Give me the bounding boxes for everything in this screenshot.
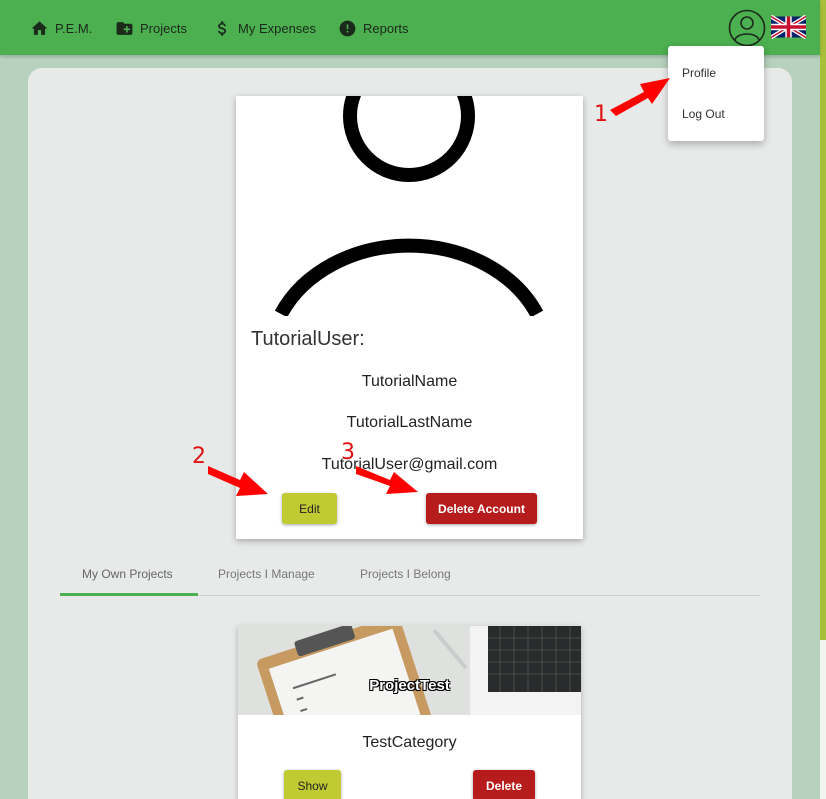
delete-account-button[interactable]: Delete Account <box>426 493 537 524</box>
dollar-icon <box>218 20 227 36</box>
tab-projects-i-manage[interactable]: Projects I Manage <box>218 567 315 581</box>
tab-my-own-projects[interactable]: My Own Projects <box>82 567 173 581</box>
project-thumbnail-image <box>238 626 581 715</box>
nav-home[interactable]: P.E.M. <box>30 17 92 39</box>
project-category: TestCategory <box>362 734 457 751</box>
account-dropdown: Profile Log Out <box>668 46 764 141</box>
active-tab-indicator <box>60 593 198 596</box>
profile-first-name: TutorialName <box>361 373 458 390</box>
alert-circle-icon <box>339 20 356 36</box>
project-title: ProjectTest <box>369 677 450 694</box>
uk-flag-icon[interactable] <box>771 15 806 39</box>
home-icon <box>31 20 48 35</box>
dropdown-item-profile[interactable]: Profile <box>682 66 716 80</box>
edit-profile-button[interactable]: Edit <box>282 493 337 524</box>
annotation-arrow-1 <box>610 78 670 116</box>
nav-my-expenses-label: My Expenses <box>238 20 317 36</box>
project-card: ProjectTest TestCategory Show Delete <box>238 626 581 799</box>
nav-home-label: P.E.M. <box>55 20 93 36</box>
right-accent-strip <box>820 0 826 640</box>
user-silhouette-icon <box>274 96 544 316</box>
tab-projects-i-belong[interactable]: Projects I Belong <box>360 567 451 581</box>
nav-reports[interactable]: Reports <box>338 17 409 39</box>
profile-username: TutorialUser: <box>251 328 365 350</box>
nav-reports-label: Reports <box>363 20 409 36</box>
right-strip-bottom <box>820 640 826 799</box>
show-project-button[interactable]: Show <box>284 770 341 799</box>
nav-my-expenses[interactable]: My Expenses <box>213 17 316 39</box>
account-icon[interactable] <box>728 9 766 47</box>
nav-projects-label: Projects <box>140 20 187 36</box>
delete-project-button[interactable]: Delete <box>473 770 535 799</box>
profile-last-name: TutorialLastName <box>346 414 473 431</box>
annotation-arrow-3 <box>356 466 418 494</box>
folder-plus-icon <box>116 21 133 35</box>
annotation-arrow-2 <box>208 466 268 496</box>
dropdown-item-logout[interactable]: Log Out <box>682 107 725 121</box>
nav-projects[interactable]: Projects <box>115 17 187 39</box>
